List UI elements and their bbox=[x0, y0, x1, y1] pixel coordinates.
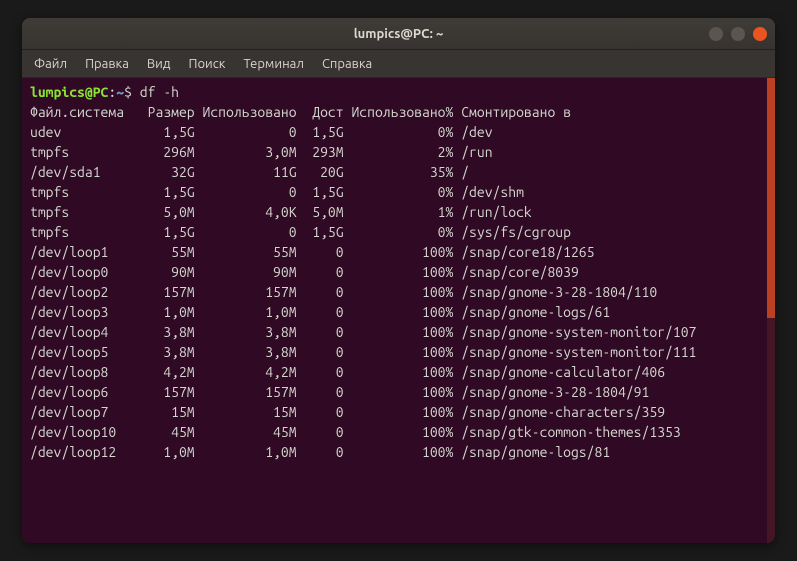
menu-search[interactable]: Поиск bbox=[188, 57, 225, 71]
scrollbar[interactable] bbox=[767, 78, 775, 543]
prompt-user: lumpics bbox=[30, 84, 85, 100]
prompt-path: ~ bbox=[116, 84, 124, 100]
command-text: df -h bbox=[140, 84, 179, 100]
minimize-button[interactable] bbox=[709, 27, 723, 41]
window-controls bbox=[709, 27, 767, 41]
window-title: lumpics@PC: ~ bbox=[354, 27, 444, 41]
menu-edit[interactable]: Правка bbox=[85, 57, 129, 71]
maximize-button[interactable] bbox=[731, 27, 745, 41]
terminal-body[interactable]: lumpics@PC:~$ df -h Файл.система Размер … bbox=[22, 78, 775, 543]
prompt-line: lumpics@PC:~$ df -h bbox=[30, 82, 767, 102]
menubar: Файл Правка Вид Поиск Терминал Справка bbox=[22, 50, 775, 78]
menu-terminal[interactable]: Терминал bbox=[243, 57, 303, 71]
scroll-thumb[interactable] bbox=[767, 78, 775, 318]
prompt-dollar: $ bbox=[124, 84, 132, 100]
menu-help[interactable]: Справка bbox=[322, 57, 372, 71]
df-output: Файл.система Размер Использовано Дост Ис… bbox=[30, 102, 767, 462]
terminal-window: lumpics@PC: ~ Файл Правка Вид Поиск Терм… bbox=[22, 18, 775, 543]
close-button[interactable] bbox=[753, 27, 767, 41]
prompt-at: @ bbox=[85, 84, 93, 100]
titlebar: lumpics@PC: ~ bbox=[22, 18, 775, 50]
menu-file[interactable]: Файл bbox=[34, 57, 67, 71]
menu-view[interactable]: Вид bbox=[147, 57, 171, 71]
prompt-host: PC bbox=[93, 84, 109, 100]
